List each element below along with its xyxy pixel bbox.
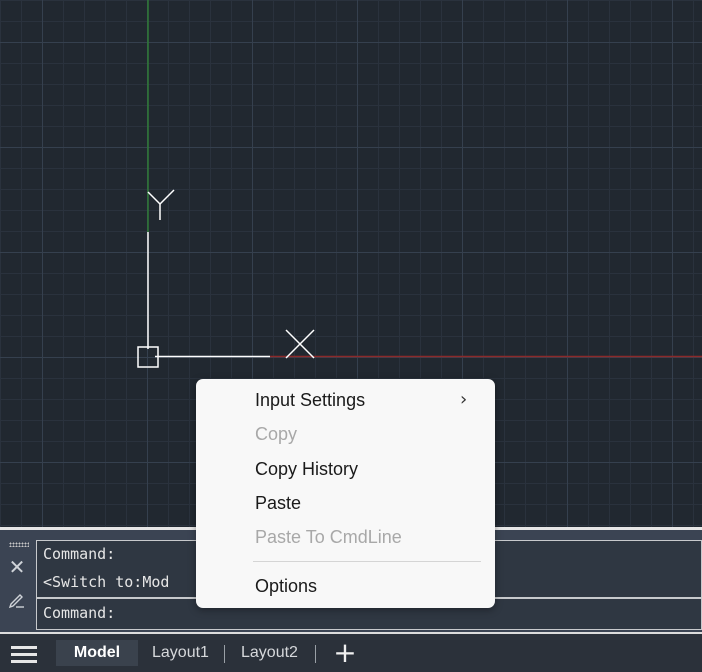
menu-item-copy[interactable]: Copy bbox=[255, 422, 297, 446]
tab-layout1[interactable]: Layout1 bbox=[152, 640, 209, 666]
menu-hamburger-icon[interactable] bbox=[11, 646, 37, 663]
history-line: <Switch to:Mod bbox=[43, 573, 170, 591]
close-icon[interactable]: ✕ bbox=[6, 556, 28, 578]
command-line-sidebar: ✕ bbox=[0, 530, 34, 632]
command-prompt: Command: bbox=[43, 604, 116, 622]
tab-separator bbox=[315, 645, 316, 663]
customize-pen-icon[interactable] bbox=[6, 588, 28, 610]
menu-separator bbox=[253, 561, 481, 562]
tab-separator bbox=[224, 645, 225, 663]
ucs-icon bbox=[137, 189, 315, 368]
menu-item-paste-to-cmdline[interactable]: Paste To CmdLine bbox=[255, 525, 402, 549]
history-line: Command: bbox=[43, 545, 116, 563]
tab-model[interactable]: Model bbox=[56, 640, 138, 666]
context-menu: Input Settings › Copy Copy History Paste… bbox=[196, 379, 495, 608]
add-layout-icon[interactable]: + bbox=[333, 639, 357, 667]
grip-handle-icon[interactable] bbox=[9, 542, 29, 547]
menu-item-paste[interactable]: Paste bbox=[255, 491, 301, 515]
layout-tab-bar: Model Layout1 Layout2 + bbox=[0, 632, 702, 672]
menu-item-input-settings[interactable]: Input Settings bbox=[255, 388, 365, 412]
menu-item-copy-history[interactable]: Copy History bbox=[255, 457, 358, 481]
menu-item-options[interactable]: Options bbox=[255, 574, 317, 598]
tab-layout2[interactable]: Layout2 bbox=[241, 640, 298, 666]
chevron-right-icon: › bbox=[460, 389, 468, 410]
